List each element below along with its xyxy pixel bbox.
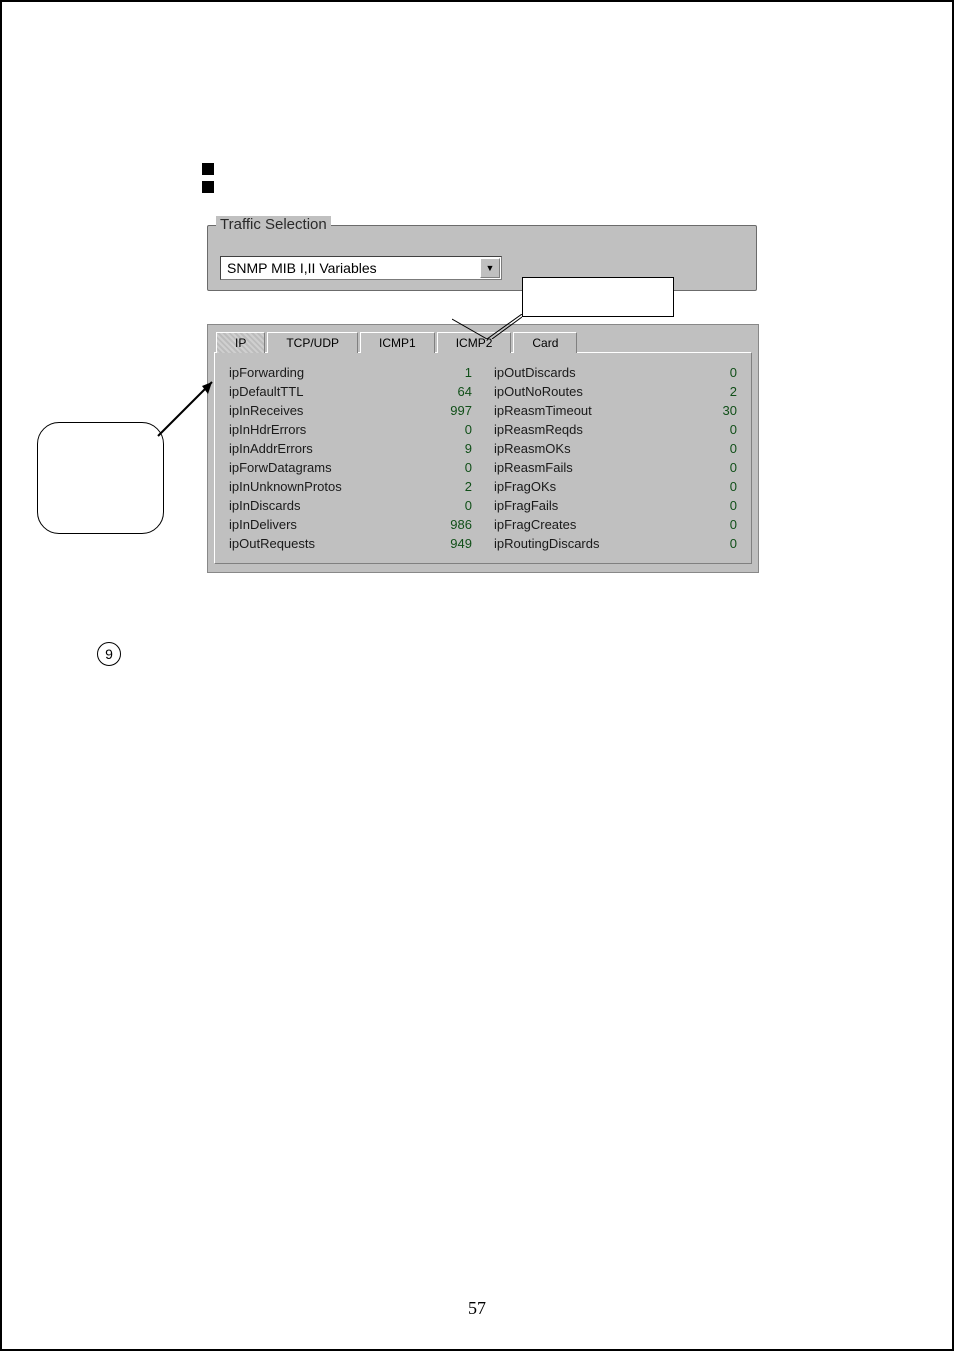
mib-variable-name: ipRoutingDiscards — [494, 536, 600, 551]
groupbox-legend: Traffic Selection — [216, 216, 331, 233]
mib-variable-value: 0 — [702, 365, 737, 380]
mib-variable-name: ipReasmFails — [494, 460, 573, 475]
callout-tail-icon — [452, 314, 522, 339]
mib-variable-value: 997 — [437, 403, 472, 418]
mib-variable-value: 1 — [437, 365, 472, 380]
mib-variable-name: ipFragCreates — [494, 517, 576, 532]
mib-variable-row: ipFragCreates 0 — [488, 515, 743, 534]
chevron-down-icon: ▼ — [486, 264, 495, 273]
mib-variable-value: 0 — [702, 422, 737, 437]
mib-variable-row: ipFragFails 0 — [488, 496, 743, 515]
mib-variable-name: ipReasmOKs — [494, 441, 571, 456]
mib-variable-value: 2 — [437, 479, 472, 494]
mib-variable-name: ipOutNoRoutes — [494, 384, 583, 399]
mib-variable-name: ipFragOKs — [494, 479, 556, 494]
tab-ip[interactable]: IP — [216, 332, 265, 353]
mib-variable-name: ipInUnknownProtos — [229, 479, 342, 494]
mib-variable-name: ipInHdrErrors — [229, 422, 306, 437]
mib-variable-value: 0 — [702, 517, 737, 532]
mib-variable-name: ipInDelivers — [229, 517, 297, 532]
combobox-dropdown-button[interactable]: ▼ — [480, 258, 500, 278]
mib-variable-row: ipInAddrErrors 9 — [223, 439, 478, 458]
mib-variable-row: ipForwDatagrams 0 — [223, 458, 478, 477]
ip-vars-left-column: ipForwarding 1 ipDefaultTTL 64 ipInReceives 9… — [223, 363, 478, 553]
mib-variable-row: ipReasmTimeout 30 — [488, 401, 743, 420]
mib-variable-name: ipOutDiscards — [494, 365, 576, 380]
mib-variable-value: 30 — [702, 403, 737, 418]
mib-variable-row: ipOutDiscards 0 — [488, 363, 743, 382]
mib-variable-name: ipInAddrErrors — [229, 441, 313, 456]
mib-variable-row: ipForwarding 1 — [223, 363, 478, 382]
bullet-list — [202, 157, 214, 199]
mib-variable-value: 0 — [702, 441, 737, 456]
tab-tcpudp[interactable]: TCP/UDP — [267, 332, 358, 353]
mib-variable-name: ipReasmTimeout — [494, 403, 592, 418]
tab-icmp1[interactable]: ICMP1 — [360, 332, 435, 353]
mib-variable-row: ipReasmReqds 0 — [488, 420, 743, 439]
mib-variable-row: ipInDelivers 986 — [223, 515, 478, 534]
mib-variable-row: ipReasmOKs 0 — [488, 439, 743, 458]
combobox-value: SNMP MIB I,II Variables — [221, 260, 479, 276]
mib-variable-row: ipInUnknownProtos 2 — [223, 477, 478, 496]
callout-bubble-left — [37, 422, 164, 534]
mib-variable-value: 0 — [702, 479, 737, 494]
arrow-icon — [152, 372, 222, 442]
mib-variable-name: ipDefaultTTL — [229, 384, 303, 399]
page-number: 57 — [2, 1298, 952, 1319]
traffic-selection-combobox[interactable]: SNMP MIB I,II Variables ▼ — [220, 256, 502, 280]
mib-table-panel: IP TCP/UDP ICMP1 ICMP2 Card ipForwarding… — [207, 324, 759, 573]
mib-variable-row: ipDefaultTTL 64 — [223, 382, 478, 401]
mib-variable-value: 0 — [437, 460, 472, 475]
mib-variable-value: 9 — [437, 441, 472, 456]
mib-variable-name: ipFragFails — [494, 498, 558, 513]
traffic-selection-group: Traffic Selection SNMP MIB I,II Variable… — [207, 225, 757, 291]
page: Traffic Selection SNMP MIB I,II Variable… — [0, 0, 954, 1351]
bullet-square-icon — [202, 181, 214, 193]
mib-variable-name: ipReasmReqds — [494, 422, 583, 437]
ip-vars-right-column: ipOutDiscards 0 ipOutNoRoutes 2 ipReasmTimeo… — [488, 363, 743, 553]
mib-variable-row: ipInReceives 997 — [223, 401, 478, 420]
mib-variable-row: ipFragOKs 0 — [488, 477, 743, 496]
mib-variable-name: ipForwDatagrams — [229, 460, 332, 475]
mib-variable-value: 2 — [702, 384, 737, 399]
mib-variable-value: 949 — [437, 536, 472, 551]
groupbox: Traffic Selection SNMP MIB I,II Variable… — [207, 225, 757, 291]
step-number: 9 — [105, 646, 113, 662]
callout-box-right — [522, 277, 674, 317]
mib-variable-value: 0 — [437, 498, 472, 513]
mib-variable-value: 0 — [437, 422, 472, 437]
mib-variable-name: ipOutRequests — [229, 536, 315, 551]
mib-variable-value: 0 — [702, 536, 737, 551]
mib-variable-row: ipOutNoRoutes 2 — [488, 382, 743, 401]
mib-variable-row: ipReasmFails 0 — [488, 458, 743, 477]
tab-card[interactable]: Card — [513, 332, 577, 353]
mib-variable-name: ipForwarding — [229, 365, 304, 380]
step-number-badge: 9 — [97, 642, 121, 666]
mib-variable-value: 64 — [437, 384, 472, 399]
mib-variable-value: 0 — [702, 498, 737, 513]
mib-variable-value: 0 — [702, 460, 737, 475]
mib-variable-name: ipInReceives — [229, 403, 303, 418]
bullet-square-icon — [202, 163, 214, 175]
mib-variable-row: ipInDiscards 0 — [223, 496, 478, 515]
mib-variable-row: ipRoutingDiscards 0 — [488, 534, 743, 553]
mib-variable-value: 986 — [437, 517, 472, 532]
mib-variable-row: ipInHdrErrors 0 — [223, 420, 478, 439]
tab-body-ip: ipForwarding 1 ipDefaultTTL 64 ipInReceives 9… — [214, 352, 752, 564]
mib-variable-row: ipOutRequests 949 — [223, 534, 478, 553]
mib-variable-name: ipInDiscards — [229, 498, 301, 513]
